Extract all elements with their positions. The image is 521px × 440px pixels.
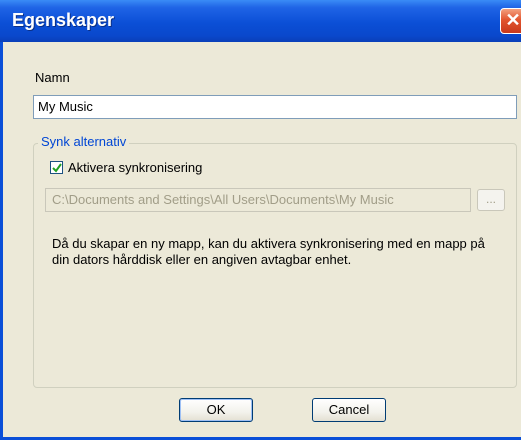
enable-sync-checkbox[interactable] [50, 161, 63, 174]
enable-sync-label[interactable]: Aktivera synkronisering [68, 160, 202, 175]
name-label: Namn [35, 70, 70, 85]
ok-button[interactable]: OK [179, 398, 253, 422]
name-input[interactable]: My Music [33, 95, 517, 119]
window-title: Egenskaper [12, 10, 115, 30]
close-icon: ✕ [505, 10, 521, 30]
sync-folder-path-field[interactable]: C:\Documents and Settings\All Users\Docu… [45, 188, 471, 212]
close-button[interactable]: ✕ [500, 8, 521, 34]
title-bar[interactable]: Egenskaper ✕ [0, 0, 521, 42]
sync-options-legend: Synk alternativ [38, 134, 130, 149]
checkmark-icon [52, 163, 62, 173]
cancel-button[interactable]: Cancel [312, 398, 386, 422]
browse-button[interactable]: ... [477, 189, 505, 211]
dialog-window: Egenskaper ✕ Namn My Music Synk alternat… [0, 0, 521, 440]
sync-info-text: Då du skapar en ny mapp, kan du aktivera… [52, 236, 485, 267]
